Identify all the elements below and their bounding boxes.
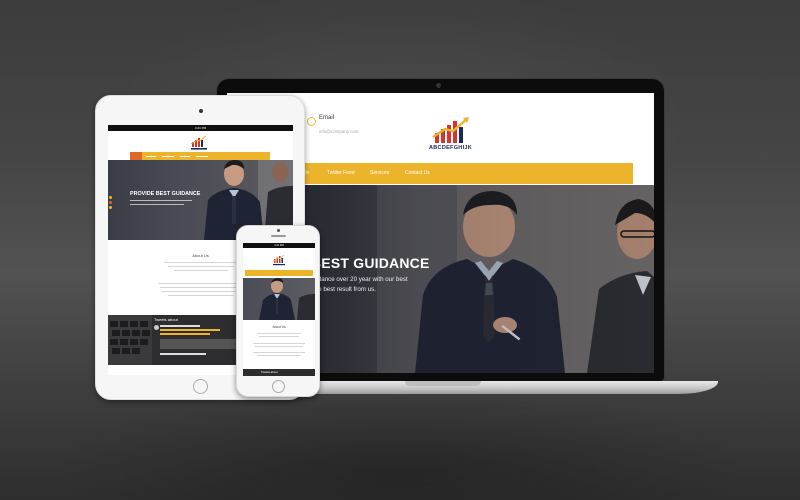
nav-item-twitter-feed[interactable]: Twitter Feed xyxy=(327,170,355,176)
tablet-tweets-title: Tweets about xyxy=(154,317,178,322)
email-label: Email xyxy=(319,115,335,121)
tweet-media-strip[interactable] xyxy=(160,339,240,349)
tablet-nav-home[interactable] xyxy=(130,152,142,160)
phone-status-bar: 4:21 PM xyxy=(243,243,315,248)
phone-camera xyxy=(277,229,280,232)
tablet-about-text-line xyxy=(158,283,244,284)
laptop-camera xyxy=(436,83,441,88)
tablet-status-bar: 4:21 PM xyxy=(108,125,293,131)
tweet-link-line[interactable] xyxy=(160,333,210,335)
tablet-camera xyxy=(199,109,203,113)
tablet-hero-text-line xyxy=(130,200,192,201)
phone-logo-icon[interactable] xyxy=(271,254,287,266)
logo-chart-icon xyxy=(432,117,469,143)
laptop-notch xyxy=(405,381,481,386)
keyboard-photo xyxy=(108,315,152,365)
phone-home-button[interactable] xyxy=(272,380,285,393)
tablet-status-time: 4:21 PM xyxy=(194,126,207,130)
tablet-nav-item[interactable] xyxy=(162,155,174,157)
tablet-hero-text-line xyxy=(130,204,184,205)
email-value[interactable]: info@company.com xyxy=(319,129,359,134)
phone-about-text-line xyxy=(257,333,301,334)
phone-about-title: About Us xyxy=(272,325,286,329)
tablet-home-button[interactable] xyxy=(193,379,208,394)
hero-subtitle-line-2: the best result from us. xyxy=(313,286,376,293)
tweet-text-line xyxy=(160,325,200,327)
tablet-hero-title: PROVIDE BEST GUIDANCE xyxy=(130,191,201,197)
tablet-slider-dot[interactable] xyxy=(109,206,112,209)
phone-about-text-line xyxy=(253,343,305,344)
tablet-about-text-line xyxy=(168,266,234,267)
tablet-about-text-line xyxy=(162,291,240,292)
tablet-about-text-line xyxy=(160,287,242,288)
tablet-about-text-line xyxy=(174,270,228,271)
phone-hero-photo xyxy=(259,278,315,320)
main-navigation: Us Twitter Feed Services Contact Us xyxy=(301,163,633,184)
hero-subtitle: uidance over 20 year with our best the b… xyxy=(313,275,433,295)
phone-about-text-line xyxy=(259,336,299,337)
phone-screen: 4:21 PM About Us Tweets about xyxy=(243,243,315,376)
tweet-text-line xyxy=(160,353,206,355)
tablet-nav-item[interactable] xyxy=(196,155,208,157)
phone-device: 4:21 PM About Us Tweets about xyxy=(236,225,320,397)
site-logo[interactable]: ABCDEFGHIJK xyxy=(427,115,491,153)
email-icon xyxy=(307,117,316,126)
phone-about-text-line xyxy=(257,355,301,356)
tablet-slider-dot[interactable] xyxy=(109,196,112,199)
logo-text: ABCDEFGHIJK xyxy=(429,145,473,151)
tablet-nav-item[interactable] xyxy=(146,155,156,157)
phone-hero xyxy=(243,278,315,320)
phone-about-text-line xyxy=(255,346,303,347)
phone-navigation[interactable] xyxy=(245,270,313,276)
hero-title: BEST GUIDANCE xyxy=(311,255,430,271)
phone-speaker xyxy=(271,235,286,237)
tablet-navigation xyxy=(130,152,270,160)
hero-subtitle-line-1: uidance over 20 year with our best xyxy=(313,276,408,283)
tweet-link-line[interactable] xyxy=(160,329,220,331)
tablet-about-text-line xyxy=(164,262,238,263)
phone-tweets-section: Tweets about xyxy=(243,369,315,376)
tweet-avatar[interactable] xyxy=(154,325,159,330)
phone-status-time: 4:21 PM xyxy=(274,244,284,247)
tablet-logo-icon[interactable] xyxy=(186,134,212,151)
tablet-nav-item[interactable] xyxy=(180,155,190,157)
phone-tweets-title: Tweets about xyxy=(261,370,278,374)
tablet-slider-dot[interactable] xyxy=(109,201,112,204)
nav-item-contact-us[interactable]: Contact Us xyxy=(405,170,430,176)
phone-about-text-line xyxy=(253,352,305,353)
tablet-about-text-line xyxy=(168,295,234,296)
nav-item-services[interactable]: Services xyxy=(370,170,389,176)
